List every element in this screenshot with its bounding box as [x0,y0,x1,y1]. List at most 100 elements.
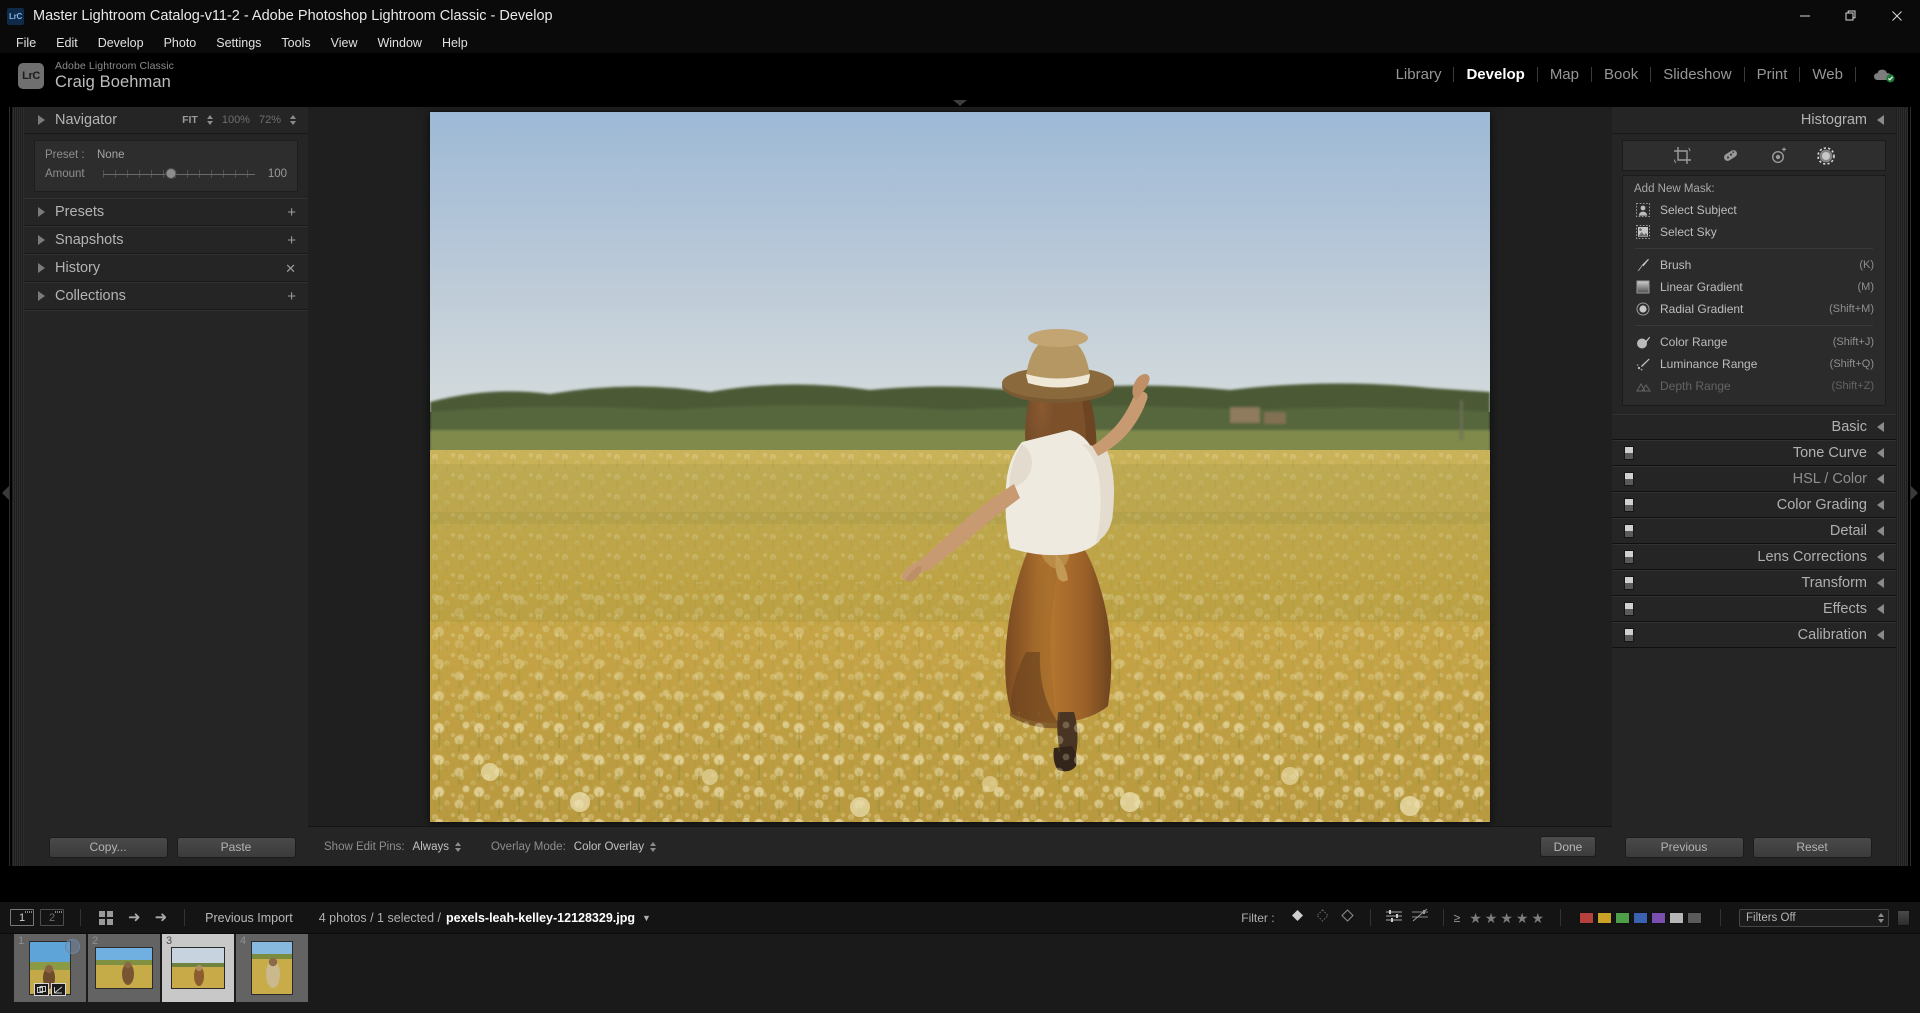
section-transform[interactable]: Transform [1612,570,1896,596]
preset-value[interactable]: None [97,149,125,161]
menu-help[interactable]: Help [432,34,478,52]
chevron-right-icon[interactable] [38,291,45,301]
section-hsl-color[interactable]: HSL / Color [1612,466,1896,492]
section-effects[interactable]: Effects [1612,596,1896,622]
overlay-mode-value[interactable]: Color Overlay [574,841,644,853]
menu-tools[interactable]: Tools [271,34,320,52]
flag-pick-icon[interactable] [1290,908,1305,928]
module-book[interactable]: Book [1592,66,1650,83]
swatch-purple[interactable] [1651,911,1666,924]
zoom-fit-label[interactable]: FIT [182,114,198,126]
add-snapshot-icon[interactable]: + [287,233,296,248]
crop-overlay-icon[interactable] [1671,145,1693,167]
chevron-left-icon[interactable] [1876,526,1884,536]
current-filename[interactable]: pexels-leah-kelley-12128329.jpg [446,911,635,925]
chevron-left-icon[interactable] [1877,422,1884,432]
source-label[interactable]: Previous Import [205,911,293,925]
histogram-header[interactable]: Histogram [1612,107,1896,134]
develop-photo[interactable] [430,111,1490,822]
panel-switch-toggle[interactable] [1624,524,1634,538]
amount-slider[interactable] [103,168,255,179]
mask-radial-gradient[interactable]: Radial Gradient (Shift+M) [1623,298,1885,320]
show-edit-pins-stepper[interactable] [454,841,461,852]
crop-badge-icon[interactable] [34,983,49,996]
overlay-mode-group[interactable]: Overlay Mode: Color Overlay [491,841,657,853]
left-panel-collapse-arrow[interactable] [2,486,9,500]
swatch-red[interactable] [1579,911,1594,924]
copy-button[interactable]: Copy... [48,836,168,858]
filmstrip-resize-handle[interactable] [1897,909,1910,926]
module-print[interactable]: Print [1745,66,1800,83]
section-color-grading[interactable]: Color Grading [1612,492,1896,518]
close-icon[interactable] [1874,0,1920,32]
chevron-down-icon[interactable]: ▼ [642,913,651,923]
slider-knob[interactable] [165,168,177,179]
filters-off-dropdown[interactable]: Filters Off [1739,908,1889,927]
paste-button[interactable]: Paste [176,836,296,858]
panel-switch-toggle[interactable] [1624,602,1634,616]
module-library[interactable]: Library [1384,66,1454,83]
chevron-left-icon[interactable] [1877,474,1884,484]
zoom-custom-label[interactable]: 72% [259,114,281,126]
section-basic[interactable]: Basic [1612,414,1896,440]
sidebar-item-history[interactable]: History ✕ [24,255,308,282]
panel-switch-toggle[interactable] [1624,628,1634,642]
filmstrip-thumb[interactable]: 2 [88,934,160,1002]
show-edit-pins-value[interactable]: Always [413,841,449,853]
panel-switch-toggle[interactable] [1624,498,1634,512]
back-arrow-icon[interactable]: ➜ [128,910,141,925]
chevron-left-icon[interactable] [1877,115,1884,125]
right-panel-rail[interactable] [1896,107,1908,866]
sidebar-item-presets[interactable]: Presets + [24,199,308,226]
module-web[interactable]: Web [1800,66,1855,83]
menu-file[interactable]: File [6,34,46,52]
chevron-right-icon[interactable] [38,263,45,273]
menu-photo[interactable]: Photo [154,34,207,52]
panel-switch-toggle[interactable] [1624,472,1634,486]
menu-develop[interactable]: Develop [88,34,154,52]
star-icon[interactable]: ★ [1500,911,1513,925]
section-tone-curve[interactable]: Tone Curve [1612,440,1896,466]
grid-view-icon[interactable] [99,910,113,925]
panel-switch-toggle[interactable] [1624,576,1634,590]
menu-window[interactable]: Window [367,34,431,52]
top-panel-collapse-arrow[interactable] [953,100,967,106]
screen-1-button[interactable]: 1 [10,909,34,926]
chevron-right-icon[interactable] [38,235,45,245]
chevron-right-icon[interactable] [38,115,45,125]
mask-color-range[interactable]: Color Range (Shift+J) [1623,331,1885,353]
done-button[interactable]: Done [1540,836,1596,857]
develop-badge-icon[interactable] [51,983,66,996]
chevron-right-icon[interactable] [38,207,45,217]
chevron-left-icon[interactable] [1876,500,1884,510]
panel-switch-toggle[interactable] [1624,550,1634,564]
swatch-blue[interactable] [1633,911,1648,924]
show-edit-pins-group[interactable]: Show Edit Pins: Always [324,841,461,853]
mask-brush[interactable]: Brush (K) [1623,254,1885,276]
mask-luminance-range[interactable]: Luminance Range (Shift+Q) [1623,353,1885,375]
menu-settings[interactable]: Settings [206,34,271,52]
menu-view[interactable]: View [321,34,368,52]
chevron-left-icon[interactable] [1877,578,1884,588]
swatch-green[interactable] [1615,911,1630,924]
sidebar-item-snapshots[interactable]: Snapshots + [24,227,308,254]
forward-arrow-icon[interactable]: ➜ [155,910,168,925]
red-eye-icon[interactable] [1767,145,1789,167]
flag-reject-icon[interactable] [1340,908,1355,928]
star-icon[interactable]: ★ [1531,911,1544,925]
navigator-header[interactable]: Navigator FIT 100% 72% [24,107,308,134]
spot-removal-icon[interactable] [1719,145,1741,167]
mask-linear-gradient[interactable]: Linear Gradient (M) [1623,276,1885,298]
minimize-icon[interactable] [1782,0,1828,32]
reset-button[interactable]: Reset [1752,836,1872,858]
virtual-copy-icon[interactable] [1411,908,1429,928]
zoom-custom-stepper[interactable] [290,115,296,125]
filmstrip-thumb[interactable]: 1 [14,934,86,1002]
module-map[interactable]: Map [1538,66,1591,83]
swatch-yellow[interactable] [1597,911,1612,924]
module-develop[interactable]: Develop [1454,66,1536,83]
section-detail[interactable]: Detail [1612,518,1896,544]
panel-switch-toggle[interactable] [1624,446,1634,460]
mask-select-sky[interactable]: Select Sky [1623,221,1885,243]
star-icon[interactable]: ★ [1469,911,1482,925]
